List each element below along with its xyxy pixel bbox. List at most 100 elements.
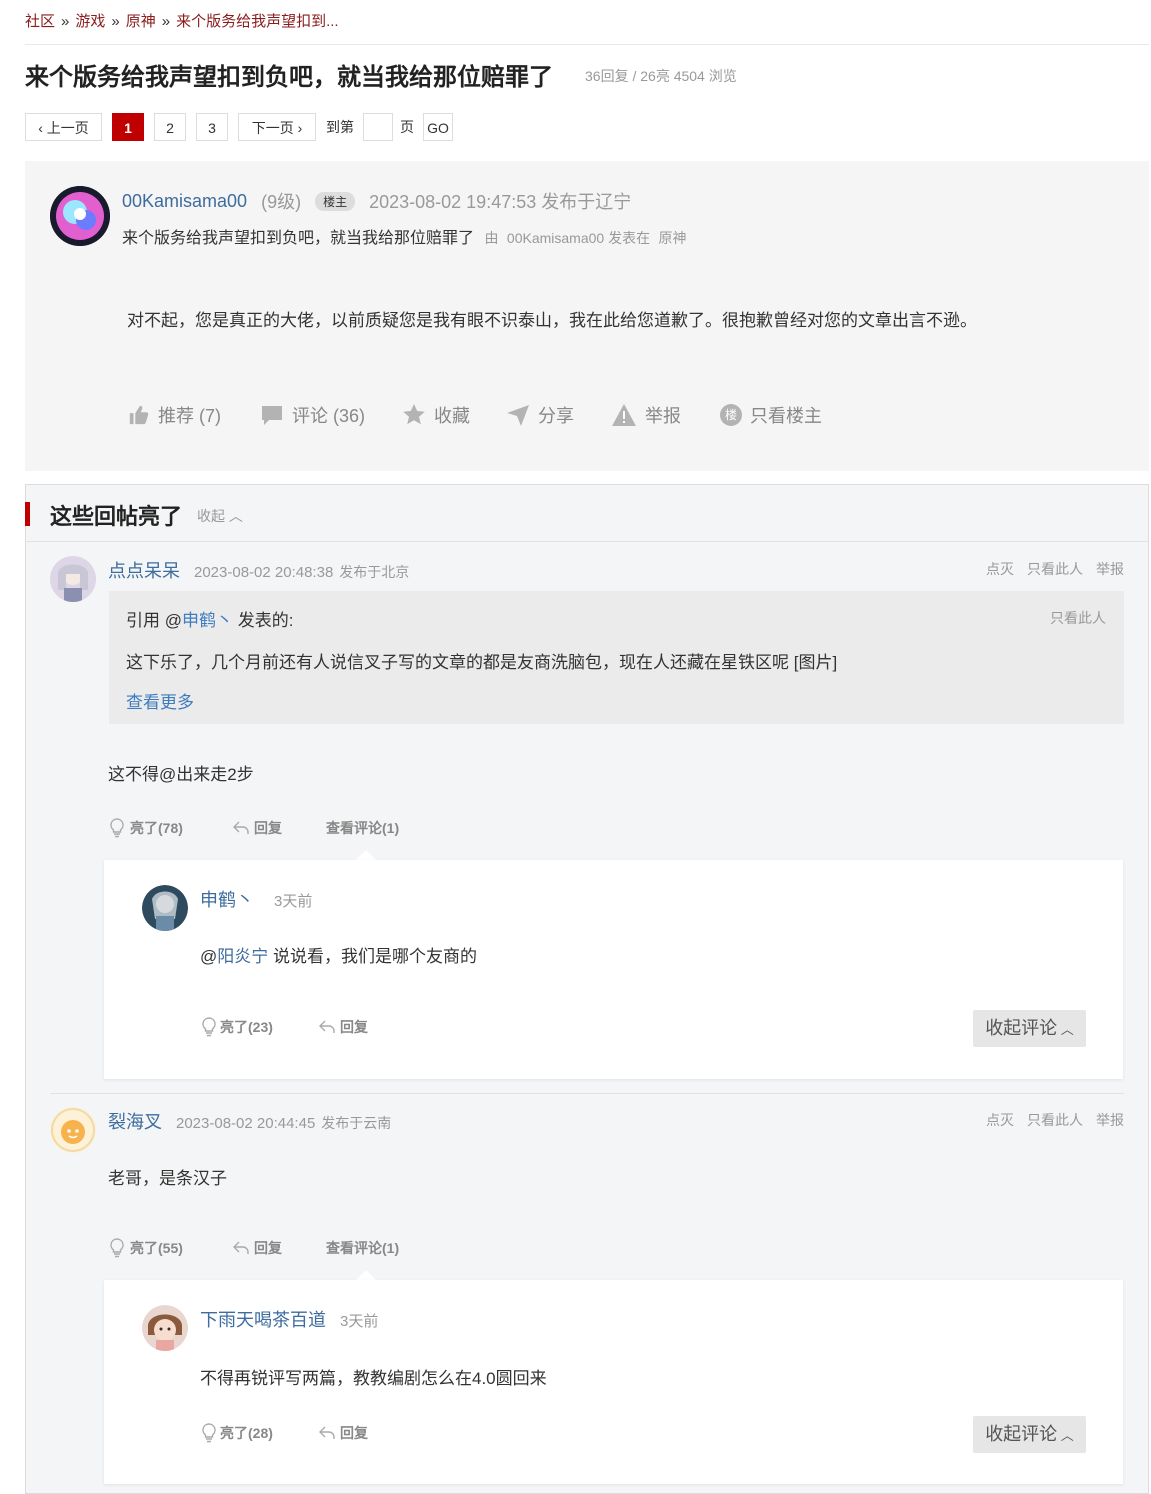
quote-user-link[interactable]: 申鹤丶 — [182, 611, 233, 630]
divider — [25, 44, 1149, 45]
quote-view-more-link[interactable]: 查看更多 — [126, 688, 194, 713]
reply-username[interactable]: 裂海叉 — [108, 1108, 162, 1134]
reply-divider — [50, 1093, 1124, 1094]
op-level: (9级) — [261, 192, 302, 212]
collapse-comments-button[interactable]: 收起评论 ︿ — [973, 1416, 1086, 1453]
favorite-button[interactable]: 收藏 — [402, 402, 470, 428]
report-button[interactable]: 举报 — [611, 402, 681, 428]
breadcrumb-separator: » — [111, 13, 120, 30]
reply-content: 老哥，是条汉子 — [108, 1169, 227, 1188]
quote-text: 这下乐了，几个月前还有人说信叉子写的文章的都是友商洗脑包，现在人还藏在星铁区呢 … — [126, 653, 838, 672]
comment-text: 说说看，我们是哪个友商的 — [268, 947, 477, 966]
op-badge: 楼主 — [315, 191, 356, 211]
comment-reply-button[interactable]: 回复 — [318, 1017, 368, 1037]
reply-location: 发布于北京 — [339, 564, 410, 580]
reply-arrow-icon — [319, 1426, 335, 1439]
quote-only-this-user-link[interactable]: 只看此人 — [1050, 608, 1106, 628]
lightbulb-icon — [202, 1017, 216, 1037]
comment-username[interactable]: 申鹤丶 — [200, 886, 254, 912]
reply-content: 这不得@出来走2步 — [108, 765, 254, 784]
breadcrumb-genshin[interactable]: 原神 — [126, 13, 156, 30]
breadcrumb-games[interactable]: 游戏 — [75, 13, 105, 30]
comment-avatar[interactable] — [142, 1305, 188, 1351]
op-by-user[interactable]: 00Kamisama00 发表在 — [507, 230, 650, 246]
like-button[interactable]: 亮了(55) — [108, 1238, 183, 1258]
op-avatar[interactable] — [50, 186, 110, 246]
comment-reply-button[interactable]: 回复 — [318, 1423, 368, 1443]
page-2-button[interactable]: 2 — [154, 113, 186, 141]
chevron-up-icon: ︿ — [228, 508, 243, 524]
collapse-label: 收起 — [197, 508, 225, 524]
comment-pointer — [356, 1270, 376, 1280]
like-label: 亮了(55) — [130, 1240, 183, 1256]
reply-header: 裂海叉 2023-08-02 20:44:45 发布于云南 — [108, 1108, 391, 1134]
breadcrumb-separator: » — [161, 13, 171, 30]
reply-avatar[interactable] — [50, 1107, 96, 1153]
breadcrumb-community[interactable]: 社区 — [25, 13, 55, 30]
post-stats: 36回复 / 26亮 4504 浏览 — [585, 68, 737, 84]
avatar-image-icon — [50, 1107, 96, 1153]
mention-link[interactable]: 阳炎宁 — [217, 947, 268, 966]
recommend-label: 推荐 (7) — [158, 406, 221, 426]
warning-icon — [612, 404, 636, 426]
reply-arrow-icon — [233, 821, 249, 834]
thumbs-up-icon — [129, 405, 149, 425]
page-title: 来个版务给我声望扣到负吧，就当我给那位赔罪了 — [25, 64, 553, 91]
comment-like-button[interactable]: 亮了(28) — [200, 1423, 273, 1443]
comment-avatar[interactable] — [142, 885, 188, 931]
op-by-prefix: 由 — [484, 230, 499, 246]
share-button[interactable]: 分享 — [506, 402, 574, 428]
reply-button[interactable]: 回复 — [232, 818, 282, 838]
collapse-comments-button[interactable]: 收起评论 ︿ — [973, 1010, 1086, 1047]
avatar-image-icon — [142, 885, 188, 931]
report-link[interactable]: 举报 — [1096, 559, 1124, 579]
view-comments-button[interactable]: 查看评论(1) — [326, 1238, 399, 1258]
downvote-link[interactable]: 点灭 — [986, 559, 1014, 579]
next-page-button[interactable]: 下一页 › — [238, 113, 316, 141]
reply-label: 回复 — [254, 820, 282, 836]
op-username[interactable]: 00Kamisama00 — [122, 191, 247, 212]
quote-suffix: 发表的: — [232, 611, 294, 630]
only-this-user-link[interactable]: 只看此人 — [1027, 1110, 1083, 1130]
op-time: 2023-08-02 19:47:53 发布于辽宁 — [369, 192, 632, 212]
recommend-button[interactable]: 推荐 (7) — [128, 402, 221, 428]
avatar-image-icon — [50, 186, 110, 246]
chevron-up-icon: ︿ — [1057, 1022, 1074, 1037]
reply-label: 回复 — [254, 1240, 282, 1256]
goto-suffix: 页 — [400, 119, 414, 135]
chevron-right-icon: › — [297, 120, 303, 136]
avatar-image-icon — [142, 1305, 188, 1351]
breadcrumb-current-post[interactable]: 来个版务给我声望扣到... — [176, 13, 339, 30]
chevron-up-icon: ︿ — [1057, 1428, 1074, 1443]
report-link[interactable]: 举报 — [1096, 1110, 1124, 1130]
comment-time: 3天前 — [340, 1313, 379, 1330]
page-3-button[interactable]: 3 — [196, 113, 228, 141]
view-comments-button[interactable]: 查看评论(1) — [326, 818, 399, 838]
comment-button[interactable]: 评论 (36) — [260, 402, 365, 428]
paper-plane-icon — [507, 405, 529, 426]
only-op-button[interactable]: 楼 只看楼主 — [720, 402, 822, 428]
go-button[interactable]: GO — [423, 113, 453, 141]
like-button[interactable]: 亮了(78) — [108, 818, 183, 838]
next-page-label: 下一页 — [251, 120, 294, 136]
comment-icon — [262, 406, 282, 425]
only-this-user-link[interactable]: 只看此人 — [1027, 559, 1083, 579]
comment-header: 申鹤丶 3天前 — [200, 886, 312, 912]
reply-time: 2023-08-02 20:48:38 — [194, 564, 334, 581]
collapse-comments-label: 收起评论 — [985, 1424, 1058, 1444]
reply-avatar[interactable] — [50, 556, 96, 602]
reply-username[interactable]: 点点呆呆 — [108, 557, 180, 583]
comment-like-button[interactable]: 亮了(23) — [200, 1017, 273, 1037]
reply-arrow-icon — [319, 1020, 335, 1033]
reply-header: 点点呆呆 2023-08-02 20:48:38 发布于北京 — [108, 557, 409, 583]
comment-time: 3天前 — [274, 893, 313, 910]
comment-username[interactable]: 下雨天喝茶百道 — [200, 1306, 326, 1332]
op-by-board[interactable]: 原神 — [659, 230, 687, 246]
reply-button[interactable]: 回复 — [232, 1238, 282, 1258]
collapse-highlights-button[interactable]: 收起 ︿ — [197, 506, 243, 526]
downvote-link[interactable]: 点灭 — [986, 1110, 1014, 1130]
page-number-input[interactable] — [363, 113, 393, 141]
page-1-button[interactable]: 1 — [112, 113, 144, 141]
mention-at: @ — [200, 947, 218, 966]
prev-page-button[interactable]: ‹ 上一页 — [25, 113, 102, 141]
